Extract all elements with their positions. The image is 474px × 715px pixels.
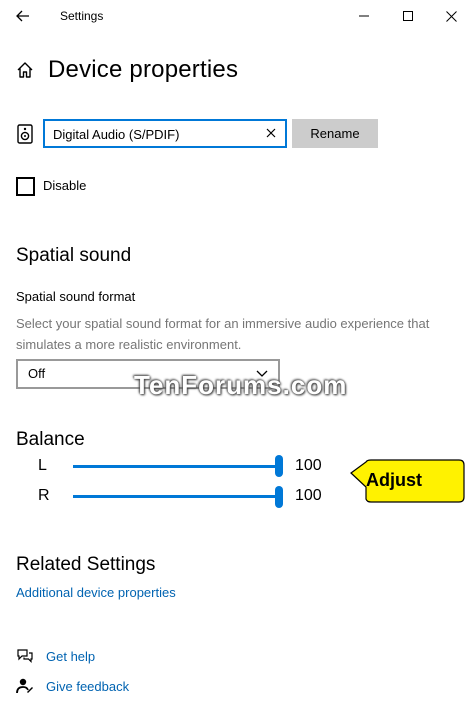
close-icon [266,128,276,138]
right-channel-value: 100 [295,487,322,504]
right-balance-slider[interactable] [73,495,279,498]
home-icon[interactable] [16,59,38,81]
give-feedback-row[interactable]: Give feedback [16,677,129,695]
disable-checkbox[interactable] [16,177,35,196]
adjust-callout-text: Adjust [366,470,422,490]
title-bar: Settings [0,0,474,32]
spatial-format-label: Spatial sound format [16,289,136,304]
clear-text-button[interactable] [265,126,277,140]
maximize-icon [403,11,413,21]
balance-heading: Balance [16,429,85,450]
related-settings-heading: Related Settings [16,554,156,575]
help-chat-icon [16,647,34,665]
get-help-row[interactable]: Get help [16,647,95,665]
page-title: Device properties [48,56,239,83]
disable-label[interactable]: Disable [43,178,86,193]
window-title: Settings [60,9,104,23]
right-slider-thumb[interactable] [275,486,283,508]
minimize-icon [359,15,369,17]
feedback-icon [16,677,34,695]
maximize-button[interactable] [394,4,422,28]
spatial-format-description: Select your spatial sound format for an … [16,316,430,352]
close-icon [445,10,457,22]
close-button[interactable] [437,4,465,28]
spatial-sound-heading: Spatial sound [16,245,132,266]
device-name-field[interactable] [43,119,287,148]
spatial-format-value: Off [28,366,46,381]
additional-device-properties-link[interactable]: Additional device properties [16,585,176,600]
left-balance-slider[interactable] [73,465,279,468]
give-feedback-link[interactable]: Give feedback [46,679,129,694]
left-slider-thumb[interactable] [275,455,283,477]
minimize-button[interactable] [350,4,378,28]
device-name-input[interactable] [53,125,253,143]
get-help-link[interactable]: Get help [46,649,95,664]
speaker-icon [17,124,33,144]
left-channel-label: L [38,457,47,474]
back-button[interactable] [12,6,34,26]
right-channel-label: R [38,487,50,504]
rename-button[interactable]: Rename [292,119,378,148]
page-header: Device properties [16,54,238,86]
left-channel-value: 100 [295,457,322,474]
watermark: TenForums.com [134,370,348,400]
arrow-left-icon [16,10,29,22]
